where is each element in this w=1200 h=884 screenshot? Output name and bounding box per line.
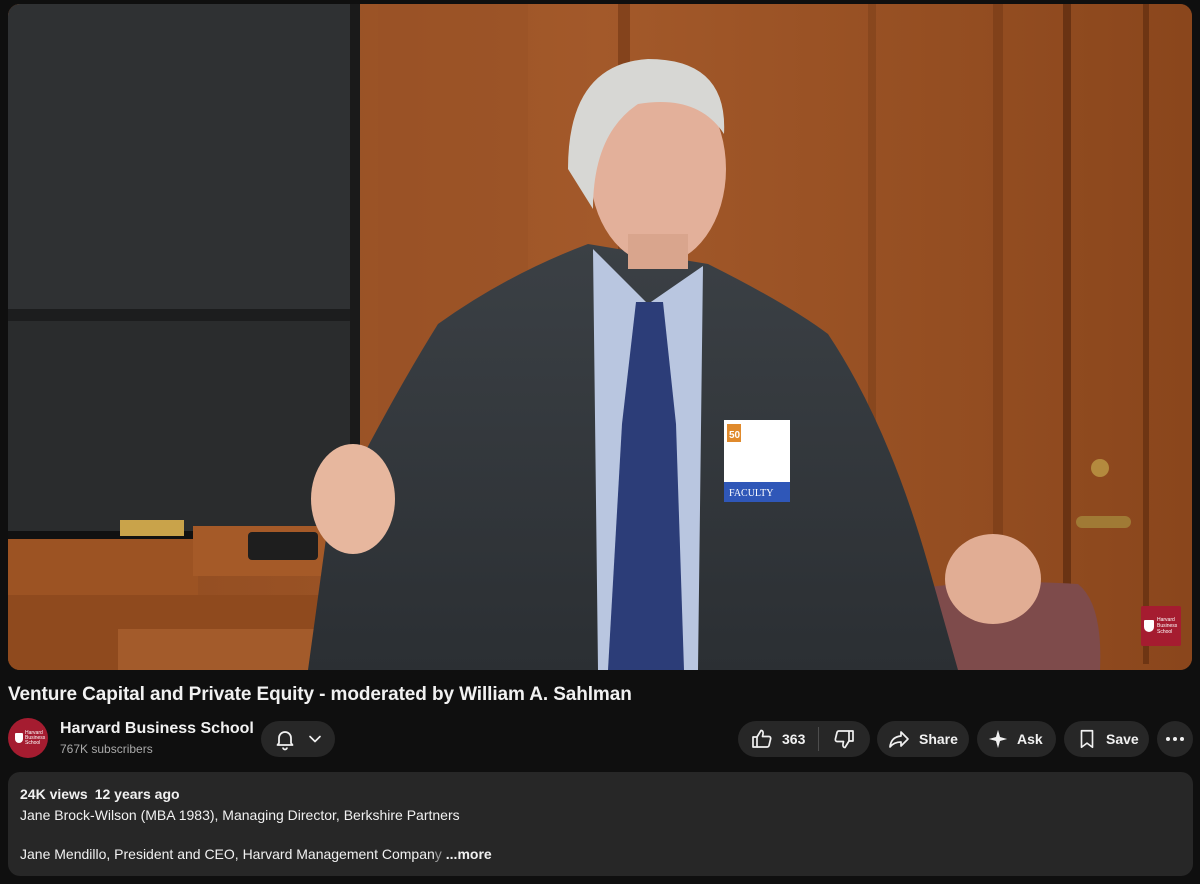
dislike-button[interactable] xyxy=(819,721,869,757)
ask-button[interactable]: Ask xyxy=(977,721,1056,757)
upload-age: 12 years ago xyxy=(94,786,180,802)
watermark-text: Harvard Business School xyxy=(1157,617,1178,635)
more-actions-button[interactable] xyxy=(1157,721,1193,757)
like-button[interactable]: 363 xyxy=(738,721,818,757)
channel-watermark[interactable]: Harvard Business School xyxy=(1141,606,1181,646)
like-count: 363 xyxy=(782,731,806,747)
shield-icon xyxy=(1144,620,1154,632)
more-horizontal-icon xyxy=(1163,727,1187,751)
badge-number: 50 xyxy=(729,430,741,441)
share-button[interactable]: Share xyxy=(877,721,969,757)
save-button[interactable]: Save xyxy=(1064,721,1149,757)
video-title: Venture Capital and Private Equity - mod… xyxy=(8,684,632,705)
share-label: Share xyxy=(919,731,958,747)
thumbs-up-icon xyxy=(750,727,774,751)
chevron-down-icon xyxy=(305,729,325,749)
view-count: 24K views xyxy=(20,786,88,802)
description-line: Jane Mendillo, President and CEO, Harvar… xyxy=(20,846,492,862)
ask-label: Ask xyxy=(1017,731,1043,747)
subscriber-count: 767K subscribers xyxy=(60,742,153,756)
avatar-text: Harvard Business School xyxy=(25,729,46,746)
like-dislike-group: 363 xyxy=(738,721,870,757)
notifications-button[interactable] xyxy=(261,721,335,757)
save-label: Save xyxy=(1106,731,1139,747)
description-text: Jane Mendillo, President and CEO, Harvar… xyxy=(20,846,435,862)
video-frame: 50 FACULTY xyxy=(8,4,1192,670)
description-box[interactable]: 24K views 12 years ago Jane Brock-Wilson … xyxy=(8,772,1193,876)
badge-label: FACULTY xyxy=(729,488,773,499)
channel-avatar[interactable]: Harvard Business School xyxy=(8,718,48,758)
bookmark-icon xyxy=(1076,728,1098,750)
sparkle-icon xyxy=(987,728,1009,750)
show-more-link[interactable]: ...more xyxy=(446,846,492,862)
shield-icon xyxy=(15,733,23,743)
video-meta: 24K views 12 years ago xyxy=(20,786,180,802)
video-player[interactable]: 50 FACULTY Harvard Business School xyxy=(8,4,1192,670)
description-line: Jane Brock-Wilson (MBA 1983), Managing D… xyxy=(20,807,460,823)
bell-icon xyxy=(273,727,297,751)
share-icon xyxy=(887,727,911,751)
description-truncated-text: y xyxy=(434,846,442,862)
channel-name[interactable]: Harvard Business School xyxy=(60,720,254,738)
thumbs-down-icon xyxy=(832,727,856,751)
